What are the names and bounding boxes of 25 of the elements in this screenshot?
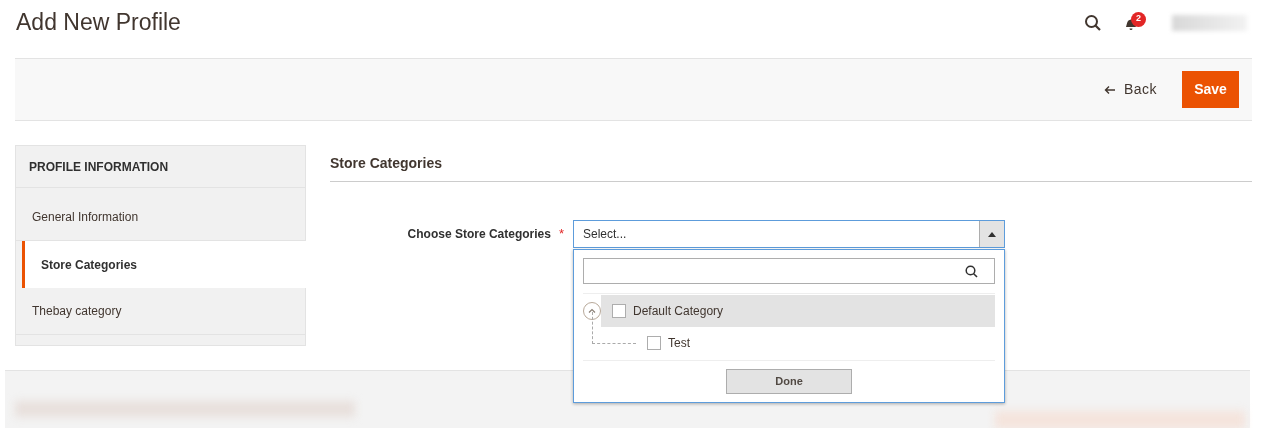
notification-count-badge: 2 [1131,11,1146,27]
search-icon [965,264,978,278]
caret-icon[interactable] [979,221,1004,247]
sidebar-item[interactable]: Thebay category [16,288,305,335]
tree-item-label: Test [668,335,690,352]
arrow-left-icon [1103,84,1116,95]
search-icon[interactable] [1084,13,1102,32]
tree-connector [592,312,636,344]
sidebar-title: PROFILE INFORMATION [16,146,305,188]
section-title: Store Categories [330,145,1252,182]
back-button[interactable]: Back [1103,79,1157,100]
search-input-field[interactable] [583,258,995,284]
tree-item[interactable]: Default Category [601,295,995,327]
select-placeholder: Select... [582,226,628,243]
collapse-toggle-icon[interactable] [583,302,601,320]
checkbox[interactable] [612,304,626,318]
save-button[interactable]: Save [1182,71,1239,108]
page-title: Add New Profile [16,8,181,38]
required-asterisk: * [558,224,564,243]
field-label: Choose Store Categories [407,225,551,243]
tree-item[interactable]: Test [636,327,995,359]
checkbox[interactable] [647,336,661,350]
done-button[interactable]: Done [726,369,852,394]
tree-item-label: Default Category [633,303,724,320]
select-field[interactable]: Select... [573,220,1005,248]
